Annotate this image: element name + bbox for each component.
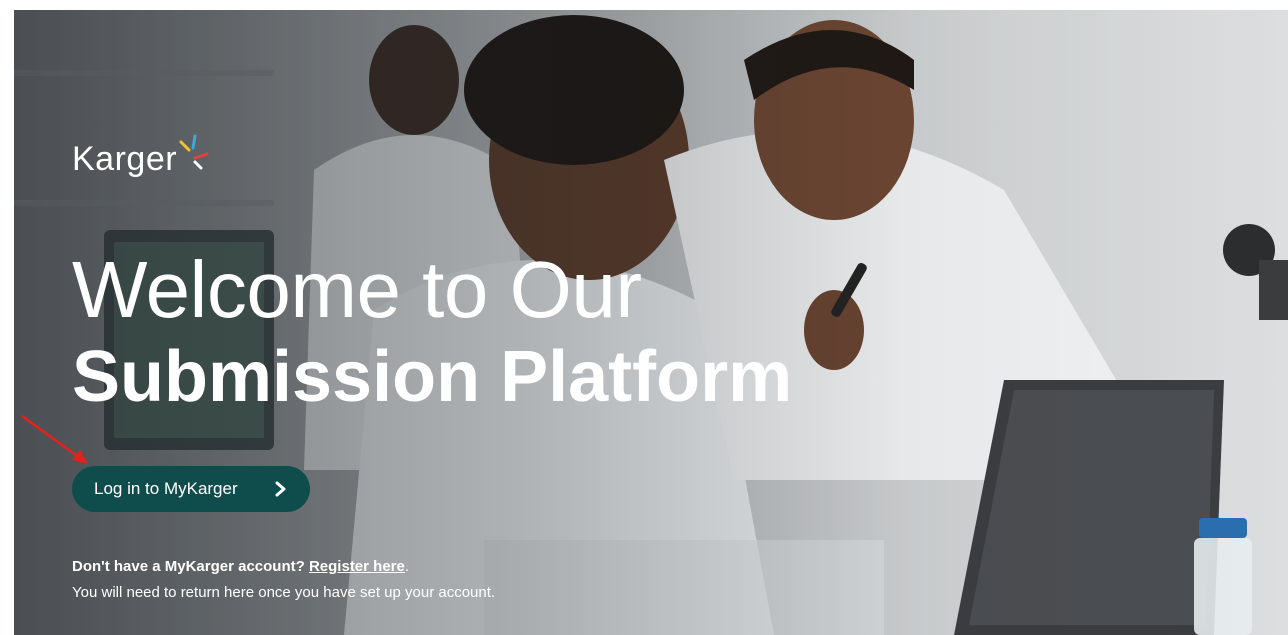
- register-prompt: Don't have a MyKarger account? Register …: [72, 558, 409, 575]
- headline-light: Welcome to Our: [72, 245, 642, 334]
- register-link[interactable]: Register here: [309, 558, 405, 575]
- red-arrow-icon: [21, 414, 88, 464]
- chevron-right-icon: [275, 481, 286, 497]
- login-button-label: Log in to MyKarger: [94, 479, 238, 498]
- register-trailing: .: [404, 558, 410, 575]
- page-title: Welcome to Our Submission Platform: [72, 248, 792, 422]
- karger-logo[interactable]: Karger: [72, 134, 217, 179]
- register-question: Don't have a MyKarger account?: [72, 558, 305, 575]
- login-mykarger-button[interactable]: Log in to MyKarger: [72, 466, 310, 512]
- register-note: You will need to return here once you ha…: [72, 584, 496, 601]
- karger-mark-icon: [179, 134, 209, 170]
- headline-bold: Submission Platform: [72, 337, 793, 417]
- brand-name: Karger: [72, 140, 178, 178]
